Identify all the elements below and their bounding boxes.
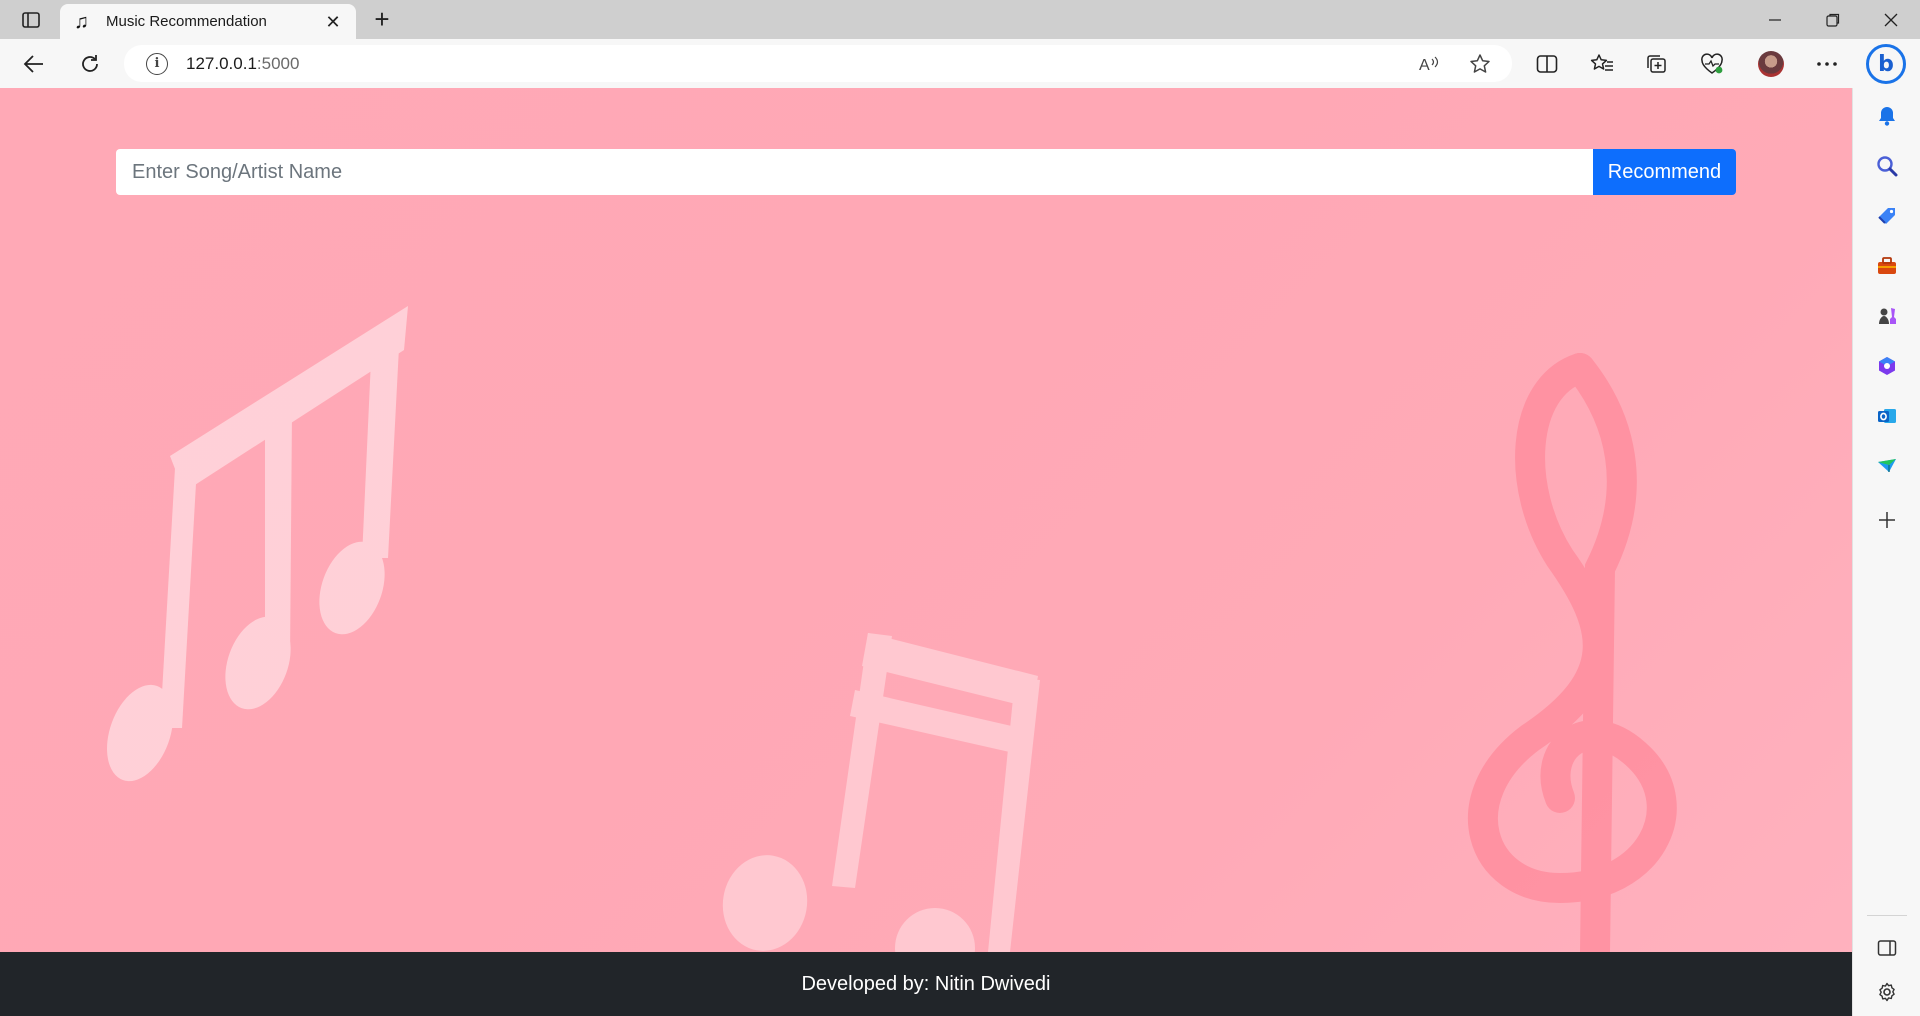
tab-actions-button[interactable] — [16, 8, 46, 32]
back-arrow-icon — [23, 55, 43, 73]
song-artist-search-input[interactable] — [116, 149, 1593, 195]
shopping-tag-icon[interactable] — [1873, 202, 1901, 230]
tools-icon[interactable] — [1873, 252, 1901, 280]
favorites-button[interactable] — [1585, 47, 1619, 81]
microsoft365-icon[interactable] — [1873, 352, 1901, 380]
browser-essentials-button[interactable] — [1695, 47, 1729, 81]
url-text[interactable]: 127.0.0.1:5000 — [186, 54, 299, 74]
close-icon — [1884, 13, 1898, 26]
beamed-notes-decoration — [107, 306, 408, 782]
read-aloud-icon[interactable]: A — [1418, 52, 1442, 76]
restore-button[interactable] — [1804, 0, 1862, 39]
split-screen-icon[interactable] — [1873, 934, 1901, 962]
back-button[interactable] — [17, 47, 51, 81]
browser-tab[interactable]: ♫ Music Recommendation ✕ — [60, 4, 356, 39]
add-icon[interactable] — [1873, 506, 1901, 534]
bing-copilot-button[interactable]: b — [1866, 44, 1906, 84]
search-icon[interactable] — [1873, 152, 1901, 180]
address-bar[interactable]: i 127.0.0.1:5000 A — [124, 45, 1512, 82]
music-note-icon: ♫ — [74, 10, 89, 33]
refresh-button[interactable] — [73, 47, 107, 81]
bell-icon[interactable] — [1873, 102, 1901, 130]
edge-sidebar — [1852, 88, 1920, 1016]
sidebar-divider — [1867, 915, 1907, 916]
tab-strip: ♫ Music Recommendation ✕ + — [0, 0, 1920, 39]
new-tab-button[interactable]: + — [368, 6, 396, 34]
music-notes-background — [107, 306, 1677, 952]
page-viewport: Recommend Developed by: Nitin Dwivedi — [0, 88, 1852, 1016]
tab-title: Music Recommendation — [106, 13, 267, 30]
collections-button[interactable] — [1640, 47, 1674, 81]
favorites-icon — [1590, 54, 1613, 71]
minimize-icon — [1769, 18, 1781, 21]
close-window-button[interactable] — [1862, 0, 1920, 39]
browser-toolbar: i 127.0.0.1:5000 A b — [0, 39, 1920, 88]
treble-clef-decoration — [1467, 353, 1677, 952]
more-options-button[interactable] — [1810, 47, 1844, 81]
minimize-button[interactable] — [1746, 0, 1804, 39]
site-info-icon[interactable]: i — [146, 52, 168, 75]
svg-text:A: A — [1419, 57, 1430, 73]
tab-close-icon[interactable]: ✕ — [324, 13, 342, 31]
restore-icon — [1826, 13, 1840, 27]
search-form: Recommend — [116, 149, 1736, 195]
profile-avatar[interactable] — [1758, 51, 1784, 77]
outlook-icon[interactable] — [1873, 402, 1901, 430]
favorite-star-icon[interactable] — [1468, 52, 1492, 76]
split-screen-icon — [1536, 55, 1558, 73]
footer-credit-text: Developed by: Nitin Dwivedi — [801, 972, 1051, 995]
settings-icon[interactable] — [1873, 978, 1901, 1006]
center-notes-decoration — [722, 633, 1040, 952]
bing-icon: b — [1878, 51, 1894, 77]
more-icon — [1817, 62, 1837, 66]
collections-icon — [1647, 55, 1666, 73]
page-footer: Developed by: Nitin Dwivedi — [0, 952, 1852, 1016]
refresh-icon — [82, 55, 98, 72]
recommend-button[interactable]: Recommend — [1593, 149, 1736, 195]
games-icon[interactable] — [1873, 302, 1901, 330]
tab-actions-icon — [22, 12, 40, 28]
heart-pulse-icon — [1701, 53, 1723, 74]
split-screen-button[interactable] — [1530, 47, 1564, 81]
drop-icon[interactable] — [1873, 452, 1901, 480]
